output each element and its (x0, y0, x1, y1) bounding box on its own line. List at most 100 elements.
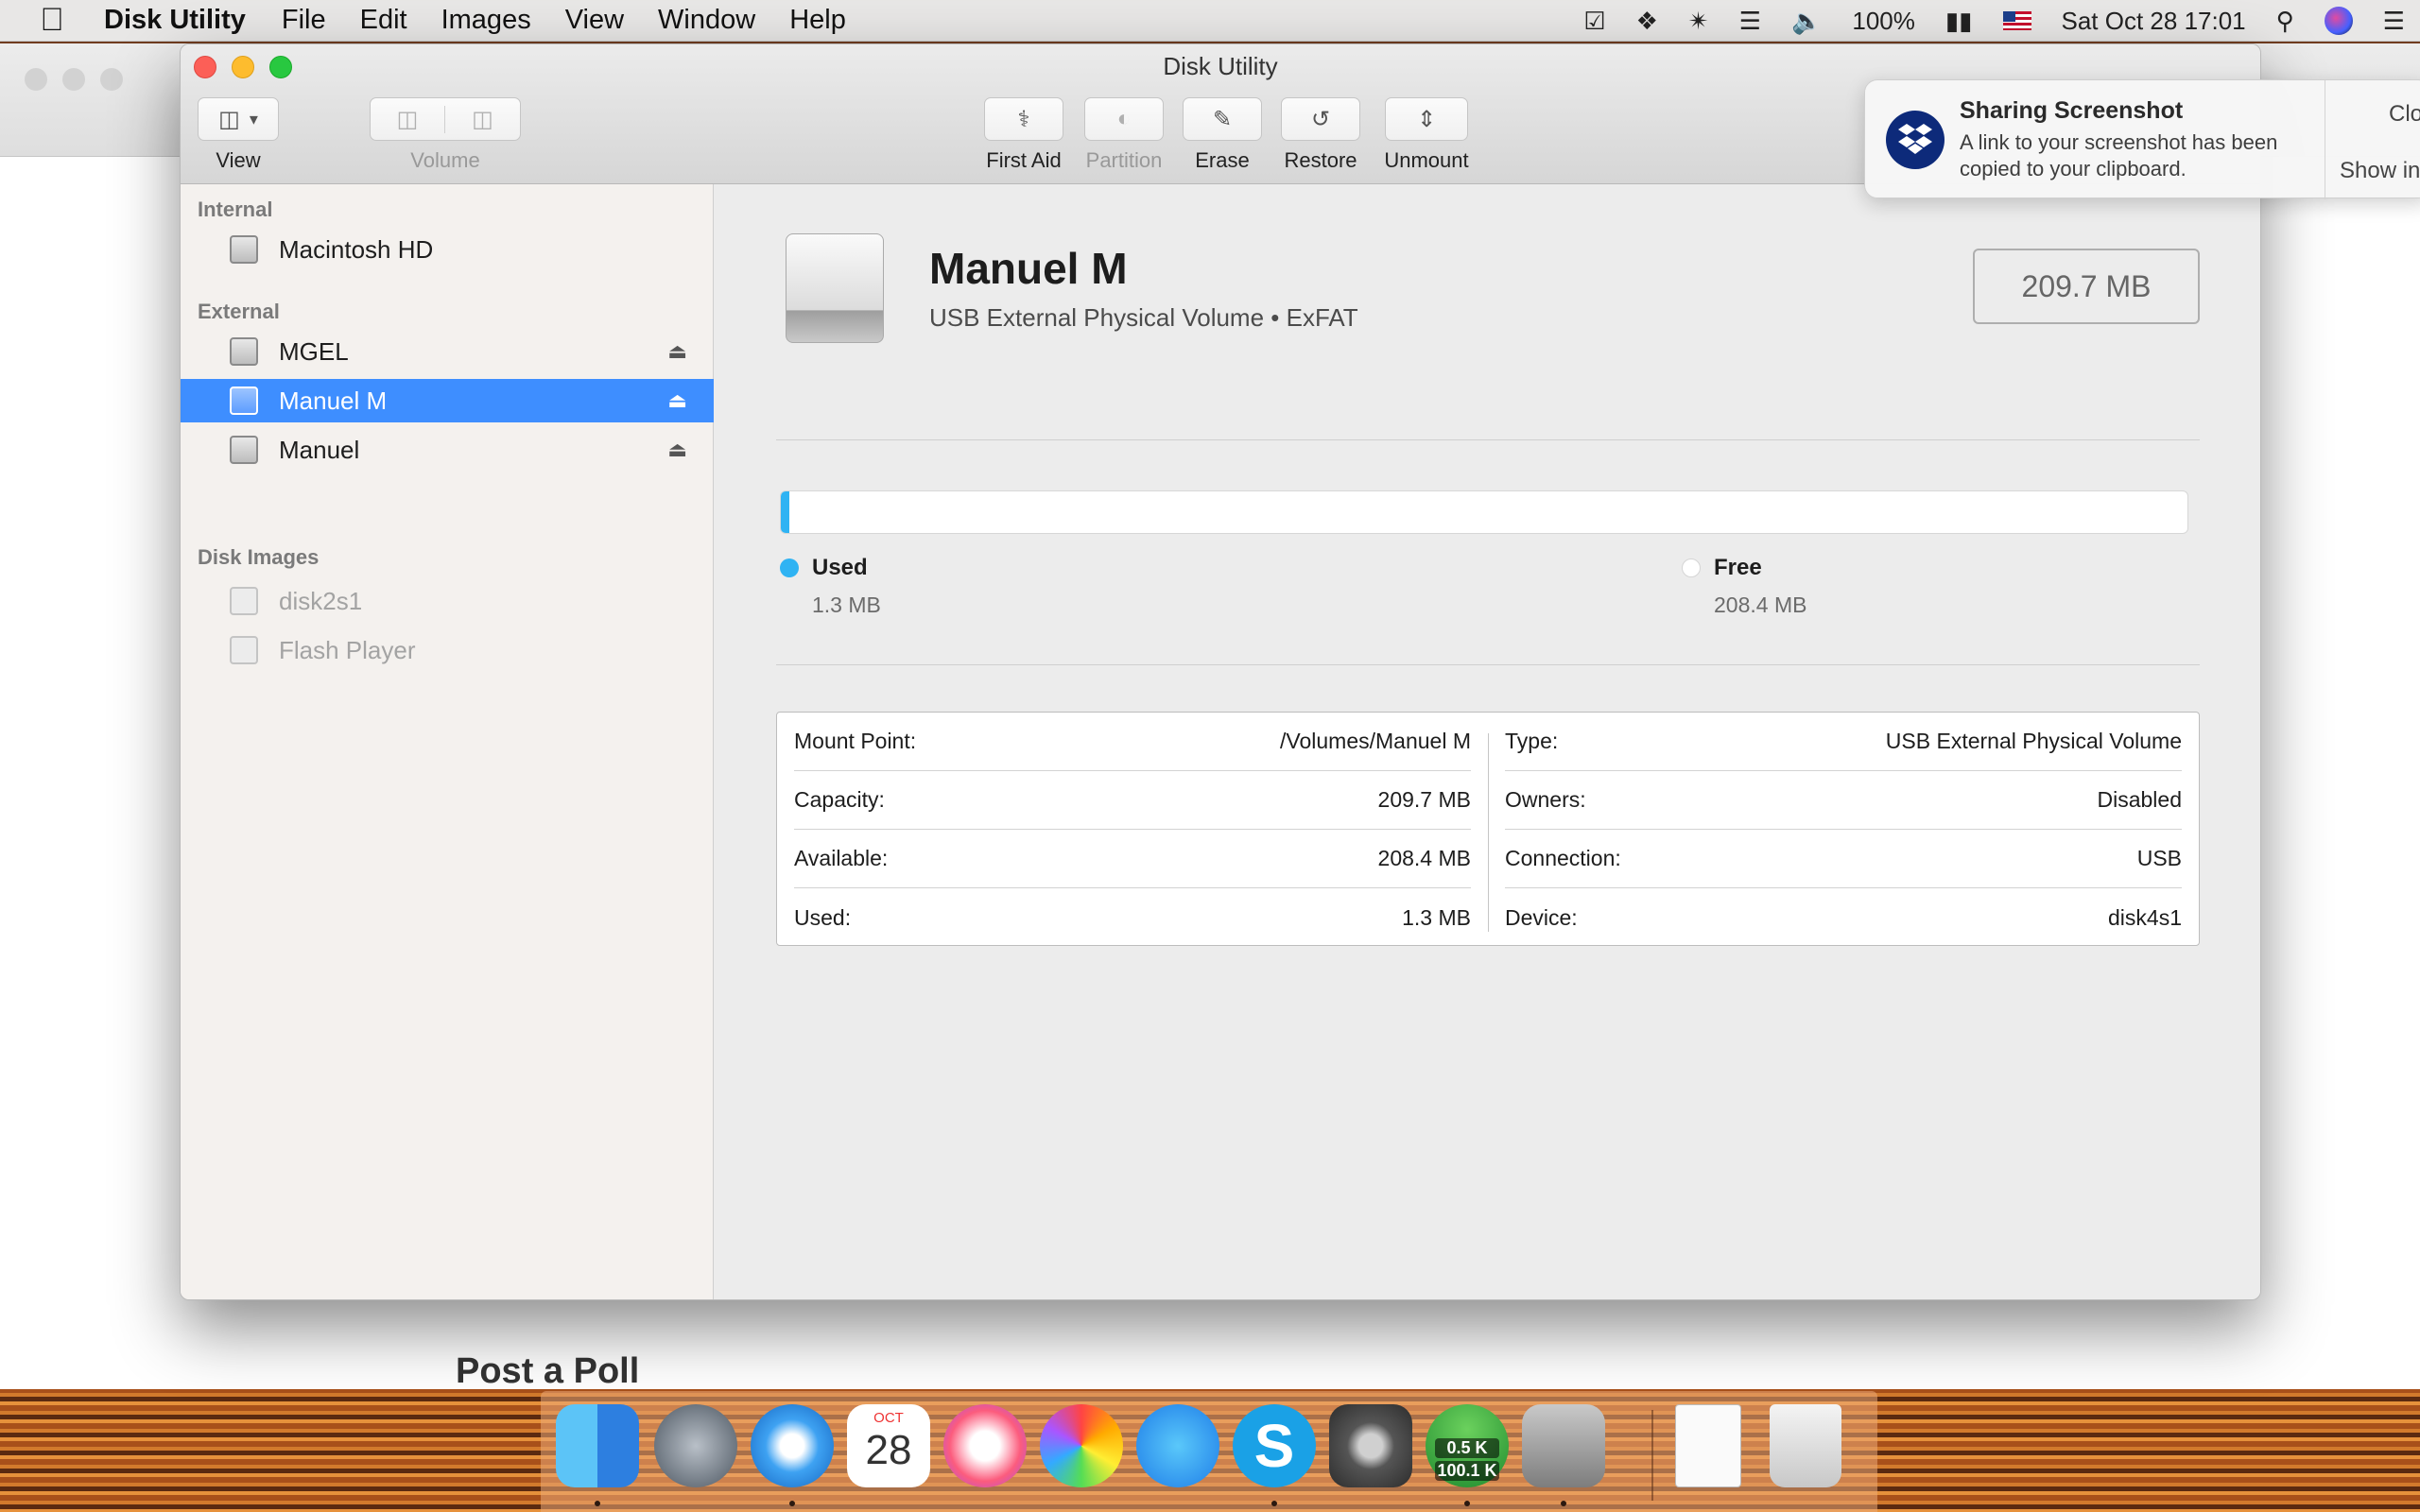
apple-menu-icon[interactable]:  (0, 2, 104, 39)
background-minimize-button[interactable] (62, 68, 85, 91)
info-key: Mount Point: (794, 729, 917, 753)
messages-icon[interactable] (1136, 1404, 1219, 1487)
info-key: Type: (1505, 729, 1559, 753)
used-legend-label: Used (812, 555, 868, 580)
sidebar-item-macintosh-hd[interactable]: Macintosh HD (181, 228, 714, 271)
info-row-used: Used: 1.3 MB (794, 888, 1471, 947)
info-key: Available: (794, 846, 889, 870)
dock: OCT 28 S 0.5 K 100.1 K (541, 1391, 1877, 1512)
info-value: USB External Physical Volume (1885, 729, 2182, 753)
itunes-icon[interactable] (943, 1404, 1027, 1487)
dock-separator (1651, 1410, 1653, 1501)
usage-bar (780, 490, 2188, 534)
battery-icon[interactable]: ▮▮ (1945, 7, 1973, 36)
remove-volume-icon[interactable]: ◫ (445, 106, 520, 133)
notification-center-icon[interactable]: ☰ (2383, 7, 2405, 36)
battery-percentage[interactable]: 100% (1852, 7, 1915, 36)
info-value: 208.4 MB (1377, 846, 1471, 870)
info-row-owners: Owners: Disabled (1505, 771, 2182, 830)
sidebar: Internal Macintosh HD External MGEL ⏏ Ma… (181, 184, 714, 1299)
network-upload-rate: 0.5 K (1435, 1438, 1499, 1458)
spotlight-search-icon[interactable]: ⚲ (2276, 7, 2294, 36)
system-preferences-icon[interactable] (1329, 1404, 1412, 1487)
sidebar-item-flash-player[interactable]: Flash Player (181, 628, 714, 672)
menu-window[interactable]: Window (658, 5, 755, 36)
background-zoom-button[interactable] (100, 68, 123, 91)
menu-edit[interactable]: Edit (360, 5, 407, 36)
wifi-icon[interactable]: ☰ (1739, 7, 1761, 36)
sidebar-item-manuel[interactable]: Manuel ⏏ (181, 428, 714, 472)
unmount-button[interactable]: ⇕ (1385, 97, 1468, 141)
trash-icon[interactable] (1770, 1404, 1841, 1487)
add-volume-icon[interactable]: ◫ (371, 105, 445, 133)
network-monitor-icon[interactable]: 0.5 K 100.1 K (1426, 1404, 1509, 1487)
menu-app-name[interactable]: Disk Utility (104, 5, 246, 36)
info-key: Owners: (1505, 787, 1586, 812)
sidebar-section-internal: Internal (198, 198, 273, 221)
input-source-flag-icon[interactable] (2002, 11, 2031, 30)
unmount-label: Unmount (1384, 148, 1469, 172)
volume-info-table: Mount Point: /Volumes/Manuel M Capacity:… (776, 712, 2200, 946)
skype-icon[interactable]: S (1233, 1404, 1316, 1487)
first-aid-button[interactable]: ⚕ (984, 97, 1063, 141)
info-value: USB (2136, 846, 2182, 870)
siri-icon[interactable] (2324, 7, 2353, 35)
external-disk-icon (230, 436, 258, 464)
status-tray: ☑ ❖ ✴ ☰ 🔈 100% ▮▮ Sat Oct 28 17:01 ⚲ ☰ (1568, 0, 2420, 42)
info-row-connection: Connection: USB (1505, 830, 2182, 888)
network-download-rate: 100.1 K (1435, 1461, 1499, 1481)
restore-arrow-icon: ↺ (1310, 106, 1331, 132)
used-legend-dot (780, 558, 799, 577)
partition-button[interactable]: ◐ (1084, 97, 1164, 141)
menu-file[interactable]: File (282, 5, 326, 36)
info-column-left: Mount Point: /Volumes/Manuel M Capacity:… (777, 713, 1488, 947)
view-label: View (216, 148, 261, 172)
running-indicator (789, 1501, 795, 1506)
info-row-device: Device: disk4s1 (1505, 888, 2182, 947)
pdf-document-icon[interactable] (1675, 1404, 1741, 1487)
external-disk-icon (230, 387, 258, 415)
restore-button[interactable]: ↺ (1281, 97, 1360, 141)
notification-show-button[interactable]: Show in (2340, 158, 2420, 184)
notification-banner[interactable]: Sharing Screenshot A link to your screen… (1864, 79, 2420, 199)
external-disk-icon (230, 337, 258, 366)
stethoscope-icon: ⚕ (1017, 106, 1030, 132)
sidebar-item-disk2s1[interactable]: disk2s1 (181, 579, 714, 623)
calendar-icon[interactable]: OCT 28 (847, 1404, 930, 1487)
restore-label: Restore (1284, 148, 1357, 172)
notification-body: A link to your screenshot has been copie… (1960, 130, 2278, 180)
view-button[interactable]: ◫ ▾ (198, 97, 279, 141)
finder-icon[interactable] (556, 1404, 639, 1487)
unmount-icon: ⇕ (1416, 106, 1437, 132)
eject-icon[interactable]: ⏏ (667, 438, 687, 462)
menu-help[interactable]: Help (789, 5, 846, 36)
running-indicator (1464, 1501, 1470, 1506)
running-indicator (1271, 1501, 1277, 1506)
erase-button[interactable]: ✎ (1183, 97, 1262, 141)
volume-icon[interactable]: 🔈 (1791, 7, 1822, 36)
dropbox-icon[interactable]: ❖ (1636, 7, 1658, 36)
sidebar-item-manuel-m[interactable]: Manuel M ⏏ (181, 379, 714, 422)
safari-icon[interactable] (751, 1404, 834, 1487)
menu-view[interactable]: View (565, 5, 624, 36)
eject-icon[interactable]: ⏏ (667, 339, 687, 364)
partition-label: Partition (1085, 148, 1163, 172)
sidebar-item-mgel[interactable]: MGEL ⏏ (181, 330, 714, 373)
launchpad-icon[interactable] (654, 1404, 737, 1487)
info-key: Connection: (1505, 846, 1621, 870)
running-indicator (1561, 1501, 1566, 1506)
checkmark-status-icon[interactable]: ☑ (1583, 7, 1605, 36)
menu-images[interactable]: Images (441, 5, 531, 36)
disk-image-icon (230, 636, 258, 664)
divider (776, 664, 2200, 665)
notification-close-button[interactable]: Clo (2389, 101, 2420, 128)
disk-utility-icon[interactable] (1522, 1404, 1605, 1487)
info-column-right: Type: USB External Physical Volume Owner… (1488, 713, 2199, 947)
photos-icon[interactable] (1040, 1404, 1123, 1487)
background-close-button[interactable] (25, 68, 47, 91)
info-row-type: Type: USB External Physical Volume (1505, 713, 2182, 771)
eject-icon[interactable]: ⏏ (667, 388, 687, 413)
volume-label: Volume (410, 148, 480, 172)
menu-clock[interactable]: Sat Oct 28 17:01 (2062, 7, 2246, 36)
bluetooth-icon[interactable]: ✴ (1688, 7, 1709, 36)
